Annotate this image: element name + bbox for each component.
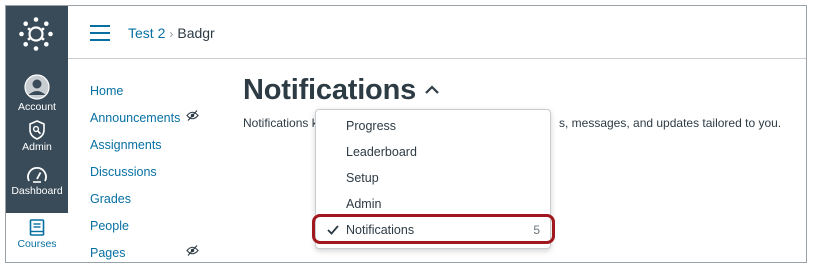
menu-item-admin[interactable]: Admin bbox=[346, 197, 381, 211]
courses-icon bbox=[29, 219, 45, 236]
account-icon bbox=[24, 74, 50, 100]
course-nav-grades[interactable]: Grades bbox=[90, 192, 131, 206]
global-nav: Account Admin Dashboard Courses bbox=[6, 6, 68, 262]
admin-icon bbox=[29, 120, 45, 140]
course-nav-assignments[interactable]: Assignments bbox=[90, 138, 162, 152]
nav-account[interactable]: Account bbox=[6, 74, 68, 113]
nav-dashboard[interactable]: Dashboard bbox=[6, 166, 68, 197]
dashboard-icon bbox=[27, 167, 47, 183]
nav-account-label: Account bbox=[18, 101, 56, 113]
menu-item-progress[interactable]: Progress bbox=[346, 119, 396, 133]
nav-admin[interactable]: Admin bbox=[6, 120, 68, 153]
page-description-continued: s, messages, and updates tailored to you… bbox=[559, 116, 782, 130]
course-nav-people[interactable]: People bbox=[90, 219, 129, 233]
selected-item-highlight bbox=[312, 214, 555, 244]
hidden-eye-icon bbox=[186, 110, 199, 124]
breadcrumb-current: Badgr bbox=[177, 25, 215, 41]
nav-courses[interactable]: Courses bbox=[6, 213, 68, 262]
nav-admin-label: Admin bbox=[22, 141, 52, 153]
canvas-logo-icon[interactable] bbox=[18, 16, 54, 52]
hamburger-menu-icon[interactable] bbox=[90, 25, 110, 41]
page-description: Notifications k bbox=[243, 116, 318, 130]
nav-courses-label: Courses bbox=[17, 238, 57, 250]
course-nav-discussions[interactable]: Discussions bbox=[90, 165, 157, 179]
app-frame: Account Admin Dashboard Courses Test 2 ›… bbox=[5, 5, 807, 263]
breadcrumb-separator: › bbox=[169, 27, 174, 41]
breadcrumb-course-link[interactable]: Test 2 bbox=[128, 25, 165, 41]
hidden-eye-icon bbox=[186, 245, 199, 259]
breadcrumb: Test 2 › Badgr bbox=[128, 25, 215, 41]
page-header: Test 2 › Badgr bbox=[68, 6, 806, 59]
course-nav-pages[interactable]: Pages bbox=[90, 246, 125, 260]
chevron-up-icon[interactable] bbox=[424, 84, 440, 96]
nav-dashboard-label: Dashboard bbox=[11, 185, 63, 197]
course-nav-home[interactable]: Home bbox=[90, 84, 123, 98]
menu-item-leaderboard[interactable]: Leaderboard bbox=[346, 145, 417, 159]
course-nav-announcements[interactable]: Announcements bbox=[90, 111, 180, 125]
menu-item-setup[interactable]: Setup bbox=[346, 171, 379, 185]
page-title: Notifications bbox=[243, 74, 417, 106]
